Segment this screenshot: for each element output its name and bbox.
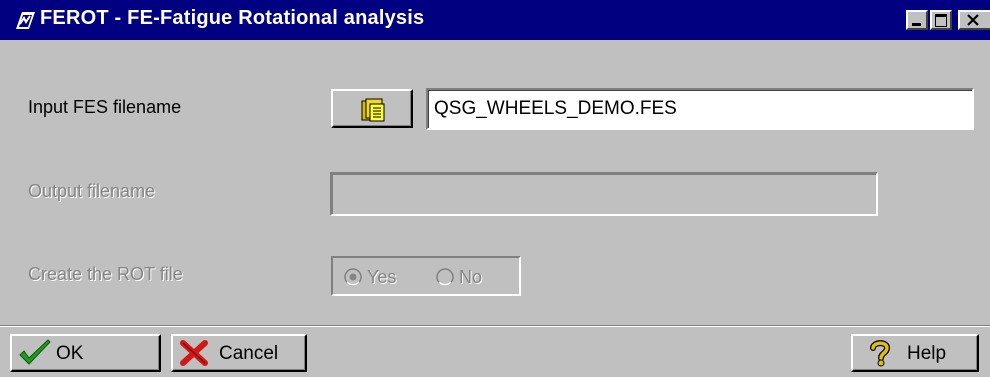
radio-no[interactable]: No	[435, 266, 507, 288]
question-mark-icon	[870, 340, 891, 367]
create-rot-label: Create the ROT file	[28, 264, 183, 284]
help-label: Help	[907, 343, 947, 364]
ferot-app-icon	[16, 12, 35, 29]
output-filename-label: Output filename	[28, 181, 156, 201]
minimize-button[interactable]	[906, 10, 928, 30]
input-fes-field[interactable]: QSG_WHEELS_DEMO.FES	[426, 88, 974, 130]
window-title: FEROT - FE-Fatigue Rotational analysis	[40, 7, 425, 29]
radio-yes-label: Yes	[367, 267, 397, 287]
title-bar[interactable]: FEROT - FE-Fatigue Rotational analysis	[0, 0, 990, 40]
radio-unselected-icon	[436, 268, 454, 286]
help-button[interactable]: Help	[851, 334, 979, 372]
input-fes-value: QSG_WHEELS_DEMO.FES	[434, 98, 677, 119]
cancel-button[interactable]: Cancel	[171, 334, 307, 372]
close-icon	[967, 14, 979, 26]
maximize-button[interactable]	[930, 10, 952, 30]
checkmark-icon	[19, 339, 51, 365]
red-x-icon	[180, 340, 208, 366]
create-rot-radio-group: Yes No	[331, 256, 521, 296]
input-fes-label: Input FES filename	[28, 97, 182, 117]
output-filename-field[interactable]	[330, 172, 878, 216]
minimize-icon	[912, 23, 921, 26]
cancel-label: Cancel	[219, 343, 279, 364]
radio-selected-icon	[344, 268, 362, 286]
browse-fes-button[interactable]	[331, 89, 413, 128]
radio-yes[interactable]: Yes	[343, 266, 423, 288]
maximize-icon	[935, 14, 947, 27]
ok-button[interactable]: OK	[10, 334, 161, 372]
ok-label: OK	[56, 343, 84, 364]
folder-browse-icon	[361, 98, 385, 122]
close-button[interactable]	[958, 10, 990, 30]
radio-no-label: No	[459, 267, 483, 287]
button-bar-divider	[0, 325, 990, 327]
